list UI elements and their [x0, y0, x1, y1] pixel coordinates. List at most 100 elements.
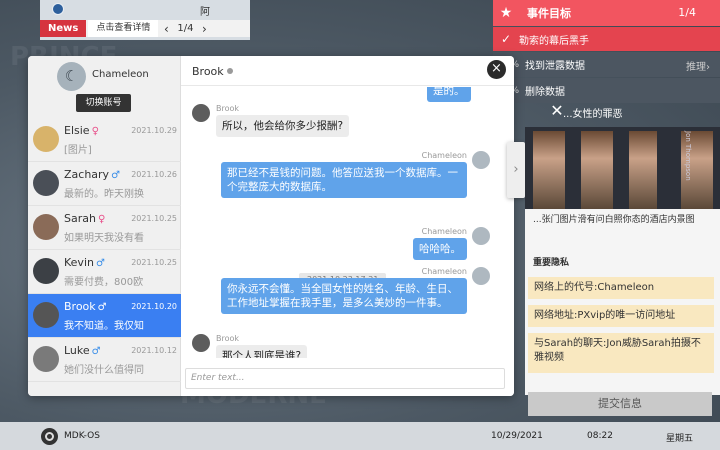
portrait-image — [533, 131, 565, 209]
gender-icon: ♂ — [95, 258, 105, 269]
contact-item-luke[interactable]: Luke ♂ 2021.10.12 她们没什么值得同 — [28, 338, 181, 382]
objectives-title: 事件目标 — [527, 7, 571, 20]
news-detail-link[interactable]: 点击查看详情 — [88, 20, 159, 37]
portrait-image — [581, 131, 613, 209]
contact-preview: 如果明天我没有看 — [64, 233, 144, 244]
conversation-title: Brook — [192, 65, 233, 78]
objective-item[interactable]: 0% 删除数据 — [493, 78, 720, 103]
portrait-image — [629, 131, 657, 209]
message-sender: Chameleon — [421, 267, 467, 276]
avatar — [472, 227, 490, 245]
message-bubble: 所以，他会给你多少报酬? — [216, 115, 350, 137]
avatar — [33, 126, 59, 152]
avatar — [192, 104, 210, 122]
avatar — [192, 334, 210, 352]
contact-item-kevin[interactable]: Kevin ♂ 2021.10.25 需要付费，800欧 — [28, 250, 181, 294]
evidence-list[interactable]: ...张门图片滑有问白照你态的酒店内景图 重要隐私 网络上的代号:Chamele… — [525, 209, 720, 395]
evidence-item[interactable]: 网络上的代号:Chameleon — [528, 277, 714, 299]
contact-preview: [图片] — [64, 145, 92, 156]
contact-date: 2021.10.20 — [131, 302, 177, 311]
taskbar-weekday: 星期五 — [666, 434, 694, 444]
contact-list: Elsie ♀ 2021.10.29 [图片] Zachary ♂ 2021.10.26 最新… — [28, 118, 181, 382]
message-sender: Brook — [216, 104, 240, 113]
contact-name: Kevin ♂ — [64, 256, 105, 269]
switch-account-button[interactable]: 切换账号 — [76, 94, 131, 112]
contact-name: Luke ♂ — [64, 344, 101, 357]
contact-item-brook[interactable]: Brook ♂ 2021.10.20 我不知道。我仅知 — [28, 294, 181, 338]
account-name: Chameleon — [92, 69, 149, 80]
message-sender: Brook — [216, 334, 240, 343]
section-title: 重要隐私 — [533, 258, 570, 268]
contact-name: Elsie ♀ — [64, 124, 99, 137]
status-dot-icon — [226, 68, 233, 74]
contact-date: 2021.10.25 — [131, 214, 177, 223]
avatar — [33, 302, 59, 328]
message-input[interactable]: Enter text... — [185, 368, 505, 389]
globe-icon — [52, 3, 64, 15]
contact-item-sarah[interactable]: Sarah ♀ 2021.10.25 如果明天我没有看 — [28, 206, 181, 250]
message-bubble: 是的。 — [427, 87, 471, 102]
contact-item-elsie[interactable]: Elsie ♀ 2021.10.29 [图片] — [28, 118, 181, 162]
message-outgoing: Chameleon 那已经不是钱的问题。他答应送我一个数据库。一个完整庞大的数据… — [221, 151, 467, 198]
contact-name: Sarah ♀ — [64, 212, 106, 225]
taskbar: MDK-OS 10/29/2021 08:22 星期五 — [0, 422, 720, 450]
contact-date: 2021.10.29 — [131, 126, 177, 135]
objective-item[interactable]: ✓ 勒索的幕后黑手 — [493, 27, 720, 51]
taskbar-time: 08:22 — [587, 431, 613, 441]
objective-item[interactable]: % 找到泄露数据 推理› — [493, 52, 720, 77]
gender-icon: ♂ — [97, 302, 107, 313]
contact-preview: 需要付费，800欧 — [64, 277, 144, 288]
contact-preview: 我不知道。我仅知 — [64, 321, 144, 332]
close-icon[interactable]: × — [487, 60, 506, 79]
news-page-indicator: 1/4 — [177, 23, 194, 34]
avatar — [472, 267, 490, 285]
chat-window: ☾ Chameleon 切换账号 Elsie ♀ 2021.10.29 [图片] Zac… — [28, 56, 514, 396]
avatar — [472, 151, 490, 169]
objective-label: 找到泄露数据 — [525, 61, 585, 72]
evidence-image[interactable]: Jon Thompson — [525, 127, 720, 209]
chameleon-logo-icon: ☾ — [57, 62, 86, 91]
contact-sidebar: ☾ Chameleon 切换账号 Elsie ♀ 2021.10.29 [图片] Zac… — [28, 56, 181, 396]
objectives-panel: ★ 事件目标 1/4 ✓ 勒索的幕后黑手 % 找到泄露数据 推理› 0% 删除数… — [493, 0, 720, 103]
image-caption: Jon Thompson — [684, 131, 692, 181]
message-outgoing: 是的。 — [427, 87, 471, 102]
gender-icon: ♂ — [91, 346, 101, 357]
chevron-right-icon[interactable]: › — [507, 142, 525, 198]
message-outgoing: Chameleon 你永远不会懂。当全国女性的姓名、年龄、生日、工作地址掌握在我… — [221, 267, 467, 314]
message-incoming: Brook 所以，他会给你多少报酬? — [216, 104, 350, 137]
check-icon: ✓ — [500, 32, 512, 46]
message-incoming: Brook 那个人到底是谁? — [216, 334, 308, 358]
conversation-pane: Brook 是的。 Brook 所以，他会给你多少报酬? Chameleon 那… — [181, 56, 514, 396]
evidence-text: ...张门图片滑有问白照你态的酒店内景图 — [533, 215, 695, 225]
chevron-right-icon[interactable]: › — [196, 22, 212, 36]
reason-link[interactable]: 推理› — [686, 58, 710, 73]
contact-date: 2021.10.25 — [131, 258, 177, 267]
evidence-item[interactable]: 网络地址:PXvip的唯一访问地址 — [528, 305, 714, 327]
objective-label: 勒索的幕后黑手 — [519, 35, 589, 47]
avatar — [33, 214, 59, 240]
message-bubble: 哈哈哈。 — [413, 238, 467, 260]
os-logo-icon[interactable] — [41, 428, 58, 445]
message-sender: Chameleon — [421, 227, 467, 236]
chevron-left-icon[interactable]: ‹ — [158, 22, 174, 36]
message-outgoing: Chameleon 哈哈哈。 — [413, 227, 467, 260]
evidence-item[interactable]: 与Sarah的聊天:Jon威胁Sarah拍摄不雅视频 — [528, 333, 714, 373]
contact-date: 2021.10.26 — [131, 170, 177, 179]
news-heading: 阿 — [200, 7, 210, 18]
contact-name: Brook ♂ — [64, 300, 107, 313]
contact-name: Zachary ♂ — [64, 168, 121, 181]
objectives-header: ★ 事件目标 1/4 — [493, 0, 720, 26]
message-list[interactable]: 是的。 Brook 所以，他会给你多少报酬? Chameleon 那已经不是钱的… — [181, 87, 514, 358]
evidence-panel: ✕ ...女性的罪恶 Jon Thompson ...张门图片滑有问白照你态的酒… — [525, 101, 720, 417]
avatar — [33, 346, 59, 372]
avatar — [33, 170, 59, 196]
taskbar-date: 10/29/2021 — [491, 431, 543, 441]
os-name: MDK-OS — [64, 431, 100, 441]
news-tag: News — [40, 20, 87, 37]
gender-icon: ♂ — [111, 170, 121, 181]
message-bubble: 那个人到底是谁? — [216, 345, 308, 358]
contact-date: 2021.10.12 — [131, 346, 177, 355]
message-bubble: 那已经不是钱的问题。他答应送我一个数据库。一个完整庞大的数据库。 — [221, 162, 467, 198]
submit-button[interactable]: 提交信息 — [528, 392, 712, 416]
contact-item-zachary[interactable]: Zachary ♂ 2021.10.26 最新的。昨天刚换 — [28, 162, 181, 206]
